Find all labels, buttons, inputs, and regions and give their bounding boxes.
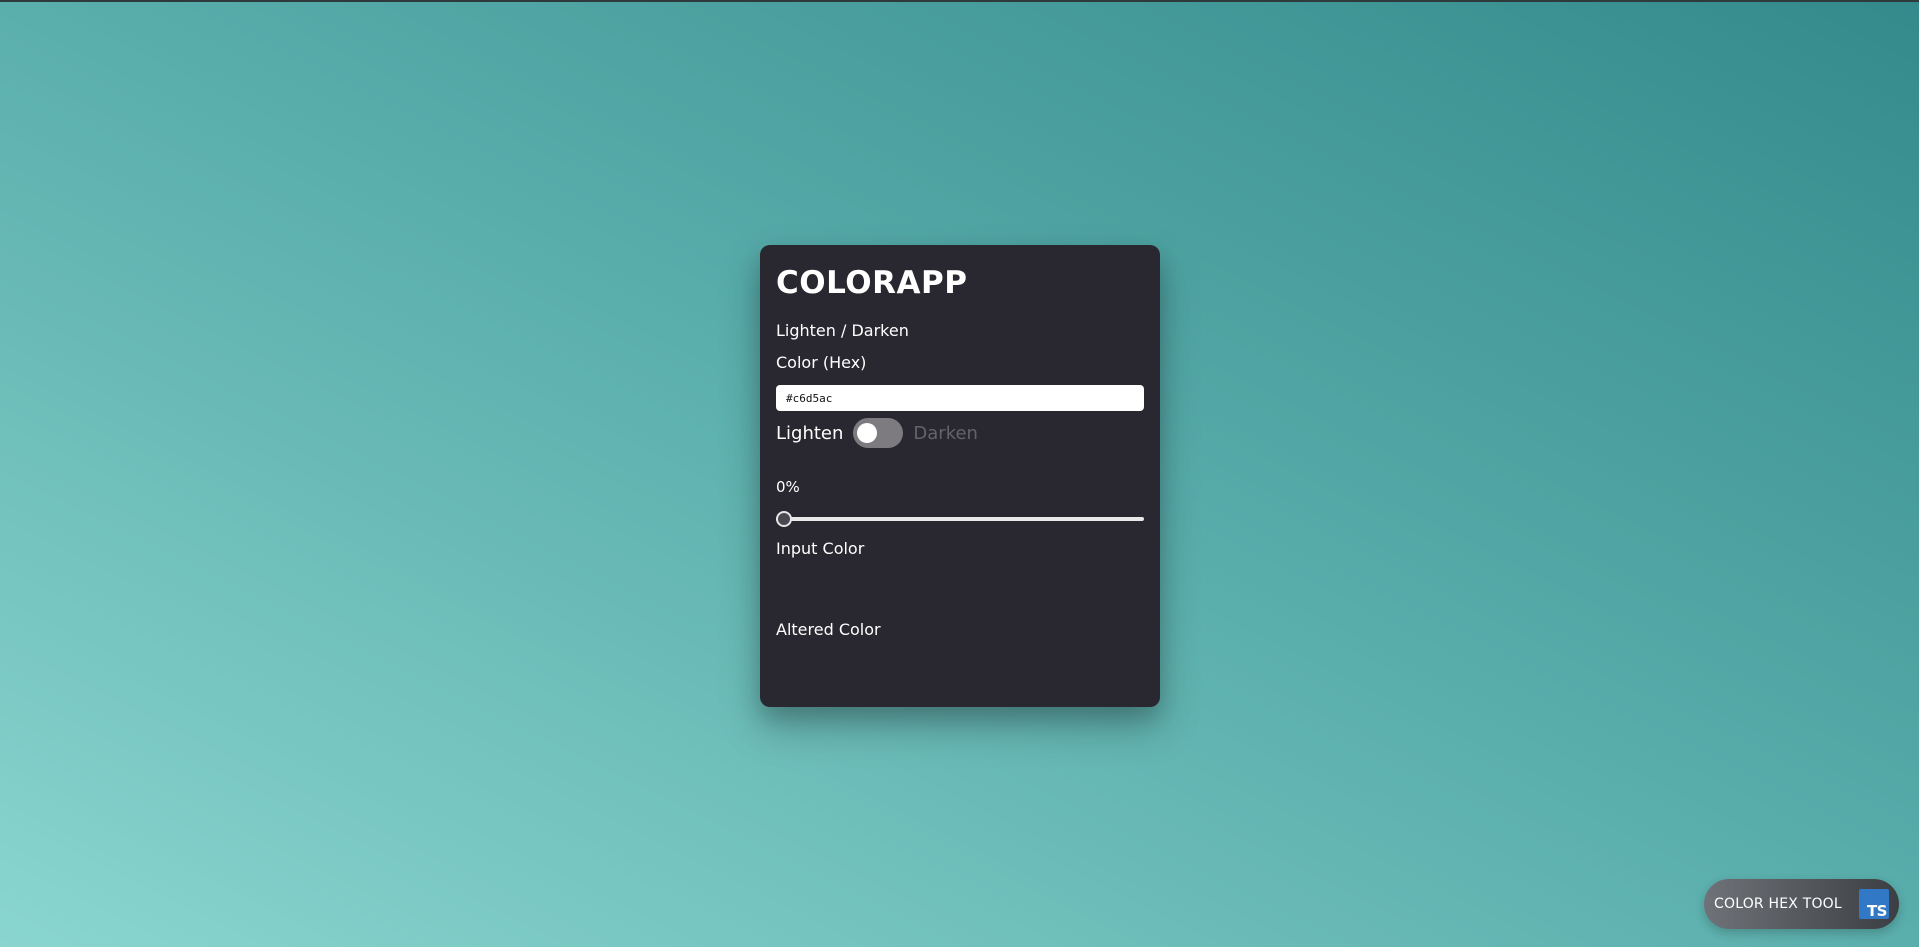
typescript-logo-icon: TS — [1859, 889, 1889, 919]
lighten-darken-toggle[interactable] — [853, 418, 904, 448]
toggle-knob-icon — [857, 423, 878, 443]
percent-readout: 0% — [776, 478, 800, 496]
colorapp-card: COLORAPP Lighten / Darken Color (Hex) Li… — [760, 245, 1160, 707]
hex-input[interactable] — [776, 385, 1144, 411]
slider-track[interactable] — [776, 517, 1144, 521]
lighten-darken-toggle-row: Lighten Darken — [776, 417, 978, 449]
badge-label: COLOR HEX TOOL — [1714, 896, 1842, 912]
input-color-swatch — [776, 567, 1144, 615]
app-subtitle: Lighten / Darken — [776, 321, 909, 340]
toggle-lighten-label: Lighten — [776, 422, 844, 444]
hex-field-label: Color (Hex) — [776, 353, 867, 372]
app-title: COLORAPP — [776, 265, 968, 301]
toggle-darken-label: Darken — [913, 422, 978, 444]
altered-color-swatch — [776, 648, 1144, 696]
altered-color-label: Altered Color — [776, 620, 881, 639]
top-border — [0, 0, 1919, 2]
color-hex-tool-badge[interactable]: COLOR HEX TOOL TS — [1704, 879, 1899, 929]
typescript-logo-text: TS — [1866, 902, 1888, 920]
input-color-label: Input Color — [776, 539, 865, 558]
percent-slider[interactable] — [776, 509, 1144, 529]
slider-thumb[interactable] — [776, 511, 792, 527]
